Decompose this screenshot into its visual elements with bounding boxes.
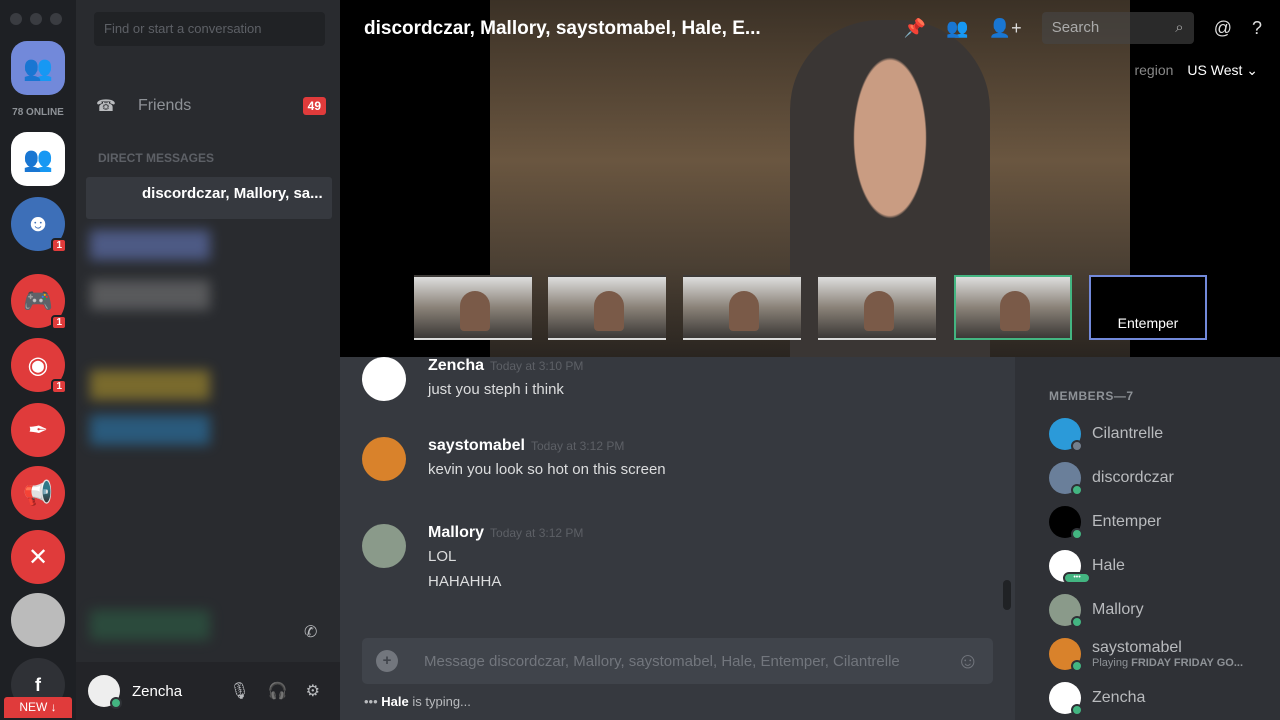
search-icon: ⌕ [1175, 19, 1184, 36]
member-item[interactable]: saystomabel Playing FRIDAY FRIDAY GO... [1049, 638, 1243, 672]
mention-badge: 1 [51, 379, 67, 394]
message-author[interactable]: Mallory [428, 524, 484, 541]
message-timestamp: Today at 3:10 PM [490, 359, 584, 373]
members-header: MEMBERS—7 [1049, 389, 1134, 403]
message-author[interactable]: saystomabel [428, 437, 525, 454]
conversation-search[interactable]: Find or start a conversation [94, 12, 325, 46]
headphones-icon[interactable]: 🎧 [268, 681, 288, 701]
home-button[interactable]: 👥 [11, 41, 65, 95]
members-icon[interactable]: 👥 [946, 18, 968, 39]
call-title: discordczar, Mallory, saystomabel, Hale,… [364, 18, 761, 39]
search-input[interactable]: Search ⌕ [1041, 12, 1194, 44]
username: Zencha [132, 682, 183, 700]
message-text: kevin you look so hot on this screen [428, 461, 666, 478]
message-avatar[interactable] [362, 524, 406, 568]
emoji-icon[interactable]: ☺ [957, 648, 979, 674]
message-timestamp: Today at 3:12 PM [530, 439, 625, 453]
call-toolbar: 📌 👥 👤+ Search ⌕ @ ? [904, 12, 1280, 44]
server-icon[interactable]: ☻ 1 [11, 197, 67, 253]
megaphone-icon: 📢 [23, 479, 53, 507]
friends-count-badge: 49 [302, 97, 326, 115]
avatar-icon: ☻ [25, 210, 51, 237]
friends-link[interactable]: ☎ Friends 49 [96, 92, 326, 120]
server-tools[interactable]: ✕ [11, 530, 65, 584]
dm-item-blurred[interactable] [90, 370, 210, 400]
message: saystomabel Today at 3:12 PM kevin you lo… [362, 437, 666, 481]
discord-icon: ◉ [27, 351, 49, 379]
member-item[interactable]: Zencha [1049, 682, 1145, 716]
region-selector[interactable]: region US West ⌄ [1134, 62, 1258, 79]
disconnect-call-icon[interactable]: ✆ [304, 622, 317, 642]
microphone-icon[interactable]: 🎙 [229, 681, 249, 701]
participant-thumbnail-entemper[interactable]: Entemper [1089, 275, 1207, 340]
pin-icon[interactable]: 📌 [904, 18, 926, 39]
participant-thumbnail[interactable] [548, 275, 666, 340]
user-panel: Zencha 🎙 🎧 ⚙ [76, 662, 340, 720]
add-friend-icon[interactable]: 👤+ [989, 18, 1022, 39]
message-input[interactable]: + Message discordczar, Mallory, saystoma… [362, 638, 993, 684]
message: Zencha Today at 3:10 PM just you steph i … [362, 357, 583, 401]
help-icon[interactable]: ? [1252, 18, 1262, 39]
dm-item-blurred[interactable] [90, 230, 210, 260]
tools-icon: ✕ [27, 543, 49, 571]
server-gaming[interactable]: 🎮 1 [11, 274, 67, 330]
group-icon: 👥 [23, 145, 53, 173]
participant-thumbnail[interactable] [818, 275, 936, 340]
server-group[interactable]: 👥 [11, 132, 65, 186]
online-count: 78 ONLINE [12, 107, 64, 118]
message-author[interactable]: Zencha [428, 357, 484, 374]
server-art[interactable] [11, 593, 65, 647]
participant-thumbnail[interactable] [414, 275, 532, 340]
member-item[interactable]: Mallory [1049, 594, 1144, 628]
message-timestamp: Today at 3:12 PM [490, 526, 584, 540]
dm-item-selected[interactable]: discordczar, Mallory, sa... [86, 177, 332, 219]
video-call-area: discordczar, Mallory, saystomabel, Hale,… [340, 0, 1280, 357]
member-item[interactable]: discordczar [1049, 462, 1174, 496]
facebook-icon: f [35, 674, 41, 695]
typing-dots-icon: ••• [364, 694, 378, 709]
upload-plus-icon[interactable]: + [376, 650, 398, 672]
dm-header: DIRECT MESSAGES [98, 151, 215, 165]
member-item[interactable]: ••• Hale [1049, 550, 1125, 584]
dm-item-blurred[interactable] [90, 280, 210, 310]
message: Mallory Today at 3:12 PM LOL HAHAHHA [362, 524, 583, 592]
mention-badge: 1 [51, 315, 67, 330]
typing-indicator: ••• Hale is typing... [364, 694, 471, 709]
message-avatar[interactable] [362, 357, 406, 401]
chat-area: Zencha Today at 3:10 PM just you steph i … [340, 357, 1015, 720]
user-avatar[interactable] [88, 675, 122, 709]
participant-thumbnail[interactable] [683, 275, 801, 340]
message-text: just you steph i think [428, 381, 564, 398]
dm-sidebar: Find or start a conversation ☎ Friends 4… [76, 0, 340, 720]
gamepad-icon: 🎮 [23, 287, 53, 315]
message-text: LOL [428, 548, 457, 565]
member-list: MEMBERS—7 Cilantrelle discordczar Entemp… [1015, 357, 1280, 720]
window-controls[interactable] [10, 13, 62, 25]
friends-icon: 👥 [23, 54, 53, 82]
friends-wave-icon: ☎ [96, 98, 116, 115]
server-discord[interactable]: ◉ 1 [11, 338, 67, 394]
settings-gear-icon[interactable]: ⚙ [306, 681, 320, 701]
member-item[interactable]: Cilantrelle [1049, 418, 1163, 452]
server-rail: 👥 78 ONLINE 👥 ☻ 1 🎮 1 ◉ 1 ✒ 📢 ✕ f NEW ↓ [0, 0, 76, 720]
message-avatar[interactable] [362, 437, 406, 481]
message-placeholder: Message discordczar, Mallory, saystomabe… [424, 652, 900, 670]
participant-thumbnail-active[interactable] [954, 275, 1072, 340]
dm-item-blurred[interactable] [90, 415, 210, 445]
member-item[interactable]: Entemper [1049, 506, 1161, 540]
new-unreads-button[interactable]: NEW ↓ [4, 697, 72, 718]
pen-icon: ✒ [27, 416, 49, 444]
message-text: HAHAHHA [428, 573, 502, 590]
mentions-icon[interactable]: @ [1214, 18, 1232, 39]
chat-scrollbar[interactable] [1003, 580, 1011, 610]
chevron-down-icon: ⌄ [1246, 62, 1258, 78]
voice-status-blurred [90, 610, 210, 640]
server-announce[interactable]: 📢 [11, 466, 65, 520]
mention-badge: 1 [51, 238, 67, 253]
server-design[interactable]: ✒ [11, 403, 65, 457]
